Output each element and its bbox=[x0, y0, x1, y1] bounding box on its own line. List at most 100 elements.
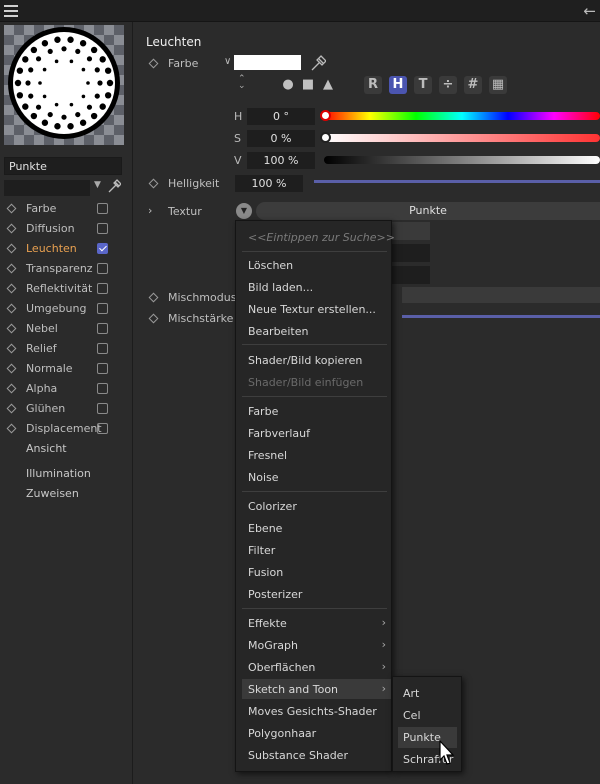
keyframe-diamond-icon[interactable] bbox=[148, 292, 159, 303]
keyframe-diamond-icon[interactable] bbox=[6, 343, 17, 354]
channel-checkbox[interactable] bbox=[97, 383, 108, 394]
channel-item-8[interactable]: Normale bbox=[0, 359, 132, 379]
menu-item-substance-shader[interactable]: Substance Shader bbox=[248, 749, 348, 762]
channel-checkbox[interactable] bbox=[97, 323, 108, 334]
channel-item-3[interactable]: Transparenz bbox=[0, 259, 132, 279]
channel-item-0[interactable]: Farbe bbox=[0, 199, 132, 219]
keyframe-diamond-icon[interactable] bbox=[6, 203, 17, 214]
rgb-mode-button[interactable]: R bbox=[364, 76, 382, 94]
menu-item-posterizer[interactable]: Posterizer bbox=[248, 588, 302, 601]
saturation-slider-handle[interactable] bbox=[320, 132, 331, 143]
s-field[interactable]: 0 % bbox=[247, 130, 315, 147]
keyframe-diamond-icon[interactable] bbox=[6, 303, 17, 314]
hsv-mode-button[interactable]: H bbox=[389, 76, 407, 94]
texture-field[interactable]: Punkte bbox=[256, 202, 600, 220]
menu-item-loeschen[interactable]: Löschen bbox=[248, 259, 293, 272]
channel-item-7[interactable]: Relief bbox=[0, 339, 132, 359]
mischmodus-select[interactable] bbox=[402, 287, 600, 303]
channel-checkbox[interactable] bbox=[97, 343, 108, 354]
collapse-icon[interactable]: ⌃ ⌄ bbox=[238, 75, 246, 91]
sidebar-item-zuweisen[interactable]: Zuweisen bbox=[26, 487, 79, 500]
mischstaerke-slider[interactable] bbox=[402, 315, 600, 318]
menu-item-farbe[interactable]: Farbe bbox=[248, 405, 278, 418]
submenu-item-punkte[interactable]: Punkte bbox=[403, 731, 441, 744]
menu-item-neue-textur[interactable]: Neue Textur erstellen... bbox=[248, 303, 376, 316]
menu-item-effekte[interactable]: Effekte bbox=[248, 617, 287, 630]
keyframe-diamond-icon[interactable] bbox=[6, 403, 17, 414]
keyframe-diamond-icon[interactable] bbox=[6, 223, 17, 234]
channel-item-9[interactable]: Alpha bbox=[0, 379, 132, 399]
channel-checkbox[interactable] bbox=[97, 203, 108, 214]
eyedropper-icon[interactable] bbox=[310, 54, 326, 72]
menu-item-shader-kopieren[interactable]: Shader/Bild kopieren bbox=[248, 354, 362, 367]
menu-item-ebene[interactable]: Ebene bbox=[248, 522, 282, 535]
hue-slider[interactable] bbox=[324, 112, 600, 120]
submenu-item-art[interactable]: Art bbox=[403, 687, 419, 700]
keyframe-diamond-icon[interactable] bbox=[6, 243, 17, 254]
keyframe-diamond-icon[interactable] bbox=[6, 283, 17, 294]
keyframe-diamond-icon[interactable] bbox=[148, 313, 159, 324]
menu-item-sketch-and-toon[interactable]: Sketch and Toon bbox=[248, 683, 338, 696]
mixer-mode-button[interactable]: ÷ bbox=[439, 76, 457, 94]
square-spectrum-icon[interactable]: ■ bbox=[299, 76, 317, 94]
menu-item-filter[interactable]: Filter bbox=[248, 544, 275, 557]
material-preview[interactable] bbox=[4, 25, 124, 145]
menu-item-mograph[interactable]: MoGraph bbox=[248, 639, 298, 652]
menu-item-fusion[interactable]: Fusion bbox=[248, 566, 283, 579]
hex-mode-button[interactable]: # bbox=[464, 76, 482, 94]
menu-item-bearbeiten[interactable]: Bearbeiten bbox=[248, 325, 308, 338]
channel-item-4[interactable]: Reflektivität bbox=[0, 279, 132, 299]
texture-dropdown-button[interactable]: ▼ bbox=[236, 203, 252, 219]
menu-item-bild-laden[interactable]: Bild laden... bbox=[248, 281, 313, 294]
channel-checkbox[interactable] bbox=[97, 403, 108, 414]
sidebar-item-ansicht[interactable]: Ansicht bbox=[26, 442, 67, 455]
menu-icon[interactable] bbox=[4, 5, 18, 17]
menu-item-colorizer[interactable]: Colorizer bbox=[248, 500, 297, 513]
menu-item-moves-gesichts-shader[interactable]: Moves Gesichts-Shader bbox=[248, 705, 377, 718]
back-arrow-icon[interactable]: ← bbox=[583, 2, 596, 20]
chevron-down-icon[interactable]: ∨ bbox=[224, 56, 231, 67]
keyframe-diamond-icon[interactable] bbox=[6, 323, 17, 334]
hue-slider-handle[interactable] bbox=[320, 110, 331, 121]
channel-checkbox[interactable] bbox=[97, 223, 108, 234]
keyframe-diamond-icon[interactable] bbox=[148, 58, 159, 69]
color-swatch[interactable] bbox=[234, 55, 301, 70]
menu-item-fresnel[interactable]: Fresnel bbox=[248, 449, 287, 462]
menu-item-farbverlauf[interactable]: Farbverlauf bbox=[248, 427, 310, 440]
swatches-mode-button[interactable]: ▦ bbox=[489, 76, 507, 94]
submenu-item-cel[interactable]: Cel bbox=[403, 709, 421, 722]
h-field[interactable]: 0 ° bbox=[247, 108, 315, 125]
channel-item-11[interactable]: Displacement bbox=[0, 419, 132, 439]
material-name-field[interactable]: Punkte bbox=[4, 157, 122, 175]
channel-checkbox[interactable] bbox=[97, 283, 108, 294]
value-slider[interactable] bbox=[324, 156, 600, 164]
channel-item-6[interactable]: Nebel bbox=[0, 319, 132, 339]
keyframe-diamond-icon[interactable] bbox=[6, 423, 17, 434]
saturation-slider[interactable] bbox=[324, 134, 600, 142]
menu-item-oberflaechen[interactable]: Oberflächen bbox=[248, 661, 315, 674]
kelvin-mode-button[interactable]: T bbox=[414, 76, 432, 94]
sidebar-item-illumination[interactable]: Illumination bbox=[26, 467, 91, 480]
keyframe-diamond-icon[interactable] bbox=[6, 383, 17, 394]
menu-search-input[interactable]: <<Eintippen zur Suche>> bbox=[248, 231, 395, 244]
channel-item-10[interactable]: Glühen bbox=[0, 399, 132, 419]
eyedropper-icon[interactable] bbox=[107, 178, 121, 194]
keyframe-diamond-icon[interactable] bbox=[6, 363, 17, 374]
channel-checkbox[interactable] bbox=[97, 243, 108, 254]
channel-checkbox[interactable] bbox=[97, 263, 108, 274]
circle-wheel-icon[interactable]: ● bbox=[279, 76, 297, 94]
channel-item-5[interactable]: Umgebung bbox=[0, 299, 132, 319]
helligkeit-slider[interactable] bbox=[314, 180, 600, 183]
menu-item-noise[interactable]: Noise bbox=[248, 471, 279, 484]
channel-item-1[interactable]: Diffusion bbox=[0, 219, 132, 239]
helligkeit-field[interactable]: 100 % bbox=[235, 175, 303, 192]
channel-checkbox[interactable] bbox=[97, 363, 108, 374]
menu-item-polygonhaar[interactable]: Polygonhaar bbox=[248, 727, 316, 740]
channel-checkbox[interactable] bbox=[97, 303, 108, 314]
image-icon[interactable]: ▲ bbox=[319, 76, 337, 94]
v-field[interactable]: 100 % bbox=[247, 152, 315, 169]
channel-checkbox[interactable] bbox=[97, 423, 108, 434]
layer-select[interactable] bbox=[4, 180, 90, 196]
chevron-down-icon[interactable]: ▼ bbox=[94, 180, 101, 190]
keyframe-diamond-icon[interactable] bbox=[6, 263, 17, 274]
